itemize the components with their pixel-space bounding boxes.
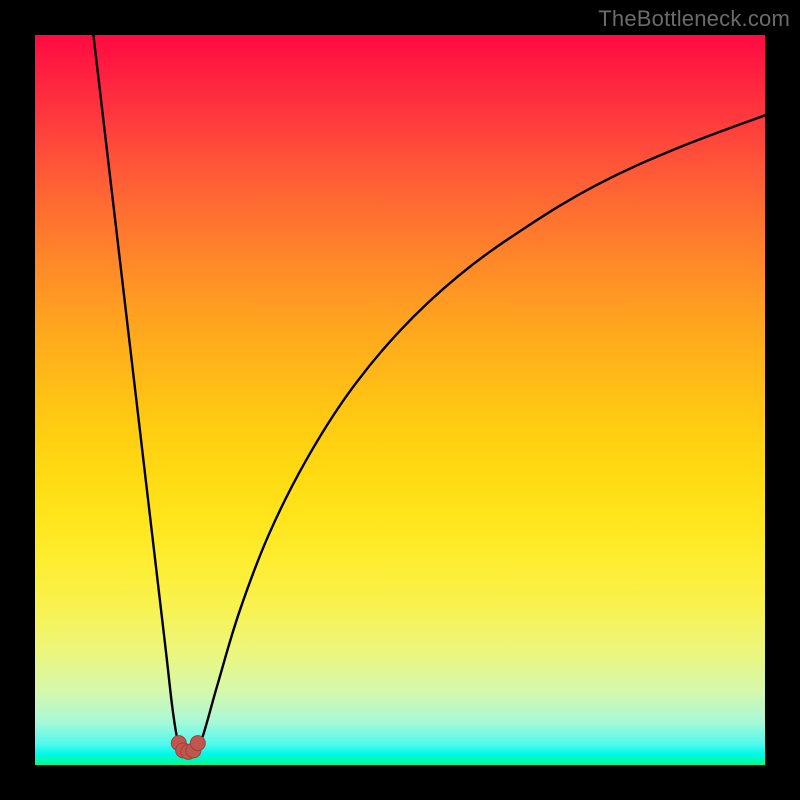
minimum-marker-dot <box>190 736 205 751</box>
watermark-text: TheBottleneck.com <box>598 6 790 32</box>
curve-right-branch <box>196 115 765 750</box>
minimum-marker <box>171 736 205 760</box>
plot-area <box>35 35 765 765</box>
outer-frame: TheBottleneck.com <box>0 0 800 800</box>
curve-layer <box>35 35 765 765</box>
curve-left-branch <box>93 35 181 750</box>
